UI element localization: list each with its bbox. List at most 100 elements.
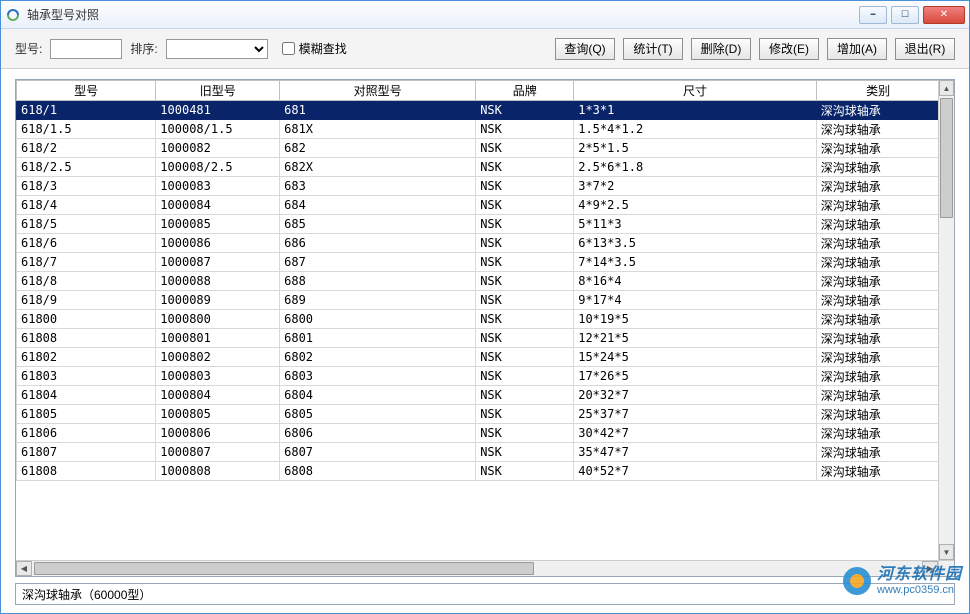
table-cell[interactable]: 深沟球轴承	[816, 405, 940, 424]
delete-button[interactable]: 删除(D)	[691, 38, 751, 60]
table-cell[interactable]: 61807	[17, 443, 156, 462]
table-cell[interactable]: 6806	[280, 424, 476, 443]
table-cell[interactable]: 2.5*6*1.8	[574, 158, 817, 177]
table-cell[interactable]: 深沟球轴承	[816, 424, 940, 443]
stat-button[interactable]: 统计(T)	[623, 38, 683, 60]
table-cell[interactable]: 682X	[280, 158, 476, 177]
table-cell[interactable]: NSK	[476, 367, 574, 386]
table-cell[interactable]: 深沟球轴承	[816, 158, 940, 177]
table-cell[interactable]: 6802	[280, 348, 476, 367]
table-cell[interactable]: NSK	[476, 386, 574, 405]
table-cell[interactable]: 12*21*5	[574, 329, 817, 348]
table-cell[interactable]: 1000804	[156, 386, 280, 405]
table-row[interactable]: 6180410008046804NSK20*32*7深沟球轴承	[17, 386, 954, 405]
table-cell[interactable]: 618/1.5	[17, 120, 156, 139]
table-cell[interactable]: 深沟球轴承	[816, 196, 940, 215]
table-row[interactable]: 618/11000481681NSK1*3*1深沟球轴承	[17, 101, 954, 120]
table-cell[interactable]: 1000800	[156, 310, 280, 329]
table-cell[interactable]: 681X	[280, 120, 476, 139]
table-cell[interactable]: 1000803	[156, 367, 280, 386]
table-row[interactable]: 618/21000082682NSK2*5*1.5深沟球轴承	[17, 139, 954, 158]
table-cell[interactable]: 618/6	[17, 234, 156, 253]
table-cell[interactable]: NSK	[476, 196, 574, 215]
table-cell[interactable]: 1000087	[156, 253, 280, 272]
add-button[interactable]: 增加(A)	[827, 38, 887, 60]
table-cell[interactable]: NSK	[476, 272, 574, 291]
table-cell[interactable]: 深沟球轴承	[816, 310, 940, 329]
scroll-left-arrow-icon[interactable]: ◀	[16, 561, 32, 576]
table-cell[interactable]: 61806	[17, 424, 156, 443]
table-cell[interactable]: 10*19*5	[574, 310, 817, 329]
table-row[interactable]: 618/51000085685NSK5*11*3深沟球轴承	[17, 215, 954, 234]
table-cell[interactable]: 685	[280, 215, 476, 234]
table-cell[interactable]: 6807	[280, 443, 476, 462]
vertical-scrollbar[interactable]: ▲ ▼	[938, 80, 954, 560]
fuzzy-search-checkbox[interactable]: 模糊查找	[282, 40, 347, 57]
table-row[interactable]: 6180310008036803NSK17*26*5深沟球轴承	[17, 367, 954, 386]
table-cell[interactable]: 1000806	[156, 424, 280, 443]
table-cell[interactable]: 61803	[17, 367, 156, 386]
table-cell[interactable]: 6803	[280, 367, 476, 386]
col-model[interactable]: 型号	[17, 81, 156, 101]
table-cell[interactable]: 61805	[17, 405, 156, 424]
table-cell[interactable]: NSK	[476, 177, 574, 196]
table-cell[interactable]: 25*37*7	[574, 405, 817, 424]
col-brand[interactable]: 品牌	[476, 81, 574, 101]
table-cell[interactable]: 8*16*4	[574, 272, 817, 291]
table-cell[interactable]: 7*14*3.5	[574, 253, 817, 272]
table-row[interactable]: 6180710008076807NSK35*47*7深沟球轴承	[17, 443, 954, 462]
table-cell[interactable]: 1000481	[156, 101, 280, 120]
table-cell[interactable]: 4*9*2.5	[574, 196, 817, 215]
table-cell[interactable]: 618/4	[17, 196, 156, 215]
scroll-down-arrow-icon[interactable]: ▼	[939, 544, 954, 560]
table-cell[interactable]: 618/8	[17, 272, 156, 291]
table-cell[interactable]: 618/2.5	[17, 158, 156, 177]
table-cell[interactable]: 1000084	[156, 196, 280, 215]
maximize-button[interactable]	[891, 6, 919, 24]
table-cell[interactable]: 40*52*7	[574, 462, 817, 481]
table-cell[interactable]: 深沟球轴承	[816, 386, 940, 405]
table-cell[interactable]: 深沟球轴承	[816, 367, 940, 386]
table-cell[interactable]: 深沟球轴承	[816, 329, 940, 348]
table-cell[interactable]: 686	[280, 234, 476, 253]
table-cell[interactable]: 6805	[280, 405, 476, 424]
table-cell[interactable]: 深沟球轴承	[816, 291, 940, 310]
table-cell[interactable]: 618/1	[17, 101, 156, 120]
table-row[interactable]: 618/71000087687NSK7*14*3.5深沟球轴承	[17, 253, 954, 272]
table-cell[interactable]: 深沟球轴承	[816, 120, 940, 139]
table-cell[interactable]: 100008/1.5	[156, 120, 280, 139]
table-cell[interactable]: NSK	[476, 329, 574, 348]
table-cell[interactable]: 深沟球轴承	[816, 462, 940, 481]
table-cell[interactable]: NSK	[476, 101, 574, 120]
data-table[interactable]: 型号 旧型号 对照型号 品牌 尺寸 类别 单 618/11000481681NS…	[16, 80, 954, 481]
table-cell[interactable]: 2*5*1.5	[574, 139, 817, 158]
table-cell[interactable]: NSK	[476, 120, 574, 139]
table-cell[interactable]: NSK	[476, 215, 574, 234]
table-cell[interactable]: 1000085	[156, 215, 280, 234]
minimize-button[interactable]	[859, 6, 887, 24]
scroll-thumb-h[interactable]	[34, 562, 534, 575]
table-cell[interactable]: 9*17*4	[574, 291, 817, 310]
table-row[interactable]: 6180210008026802NSK15*24*5深沟球轴承	[17, 348, 954, 367]
table-cell[interactable]: 深沟球轴承	[816, 253, 940, 272]
table-cell[interactable]: NSK	[476, 405, 574, 424]
table-cell[interactable]: 618/5	[17, 215, 156, 234]
table-cell[interactable]: 深沟球轴承	[816, 272, 940, 291]
table-cell[interactable]: 61802	[17, 348, 156, 367]
table-row[interactable]: 618/31000083683NSK3*7*2深沟球轴承	[17, 177, 954, 196]
table-cell[interactable]: 6800	[280, 310, 476, 329]
table-cell[interactable]: 689	[280, 291, 476, 310]
model-input[interactable]	[50, 39, 122, 59]
exit-button[interactable]: 退出(R)	[895, 38, 955, 60]
table-cell[interactable]: 6801	[280, 329, 476, 348]
table-cell[interactable]: 深沟球轴承	[816, 234, 940, 253]
table-cell[interactable]: 深沟球轴承	[816, 177, 940, 196]
table-cell[interactable]: 1000807	[156, 443, 280, 462]
sort-select[interactable]	[166, 39, 268, 59]
table-cell[interactable]: 1000086	[156, 234, 280, 253]
table-row[interactable]: 6180810008086808NSK40*52*7深沟球轴承	[17, 462, 954, 481]
col-category[interactable]: 类别	[816, 81, 940, 101]
table-cell[interactable]: NSK	[476, 443, 574, 462]
table-cell[interactable]: 61800	[17, 310, 156, 329]
table-cell[interactable]: NSK	[476, 310, 574, 329]
